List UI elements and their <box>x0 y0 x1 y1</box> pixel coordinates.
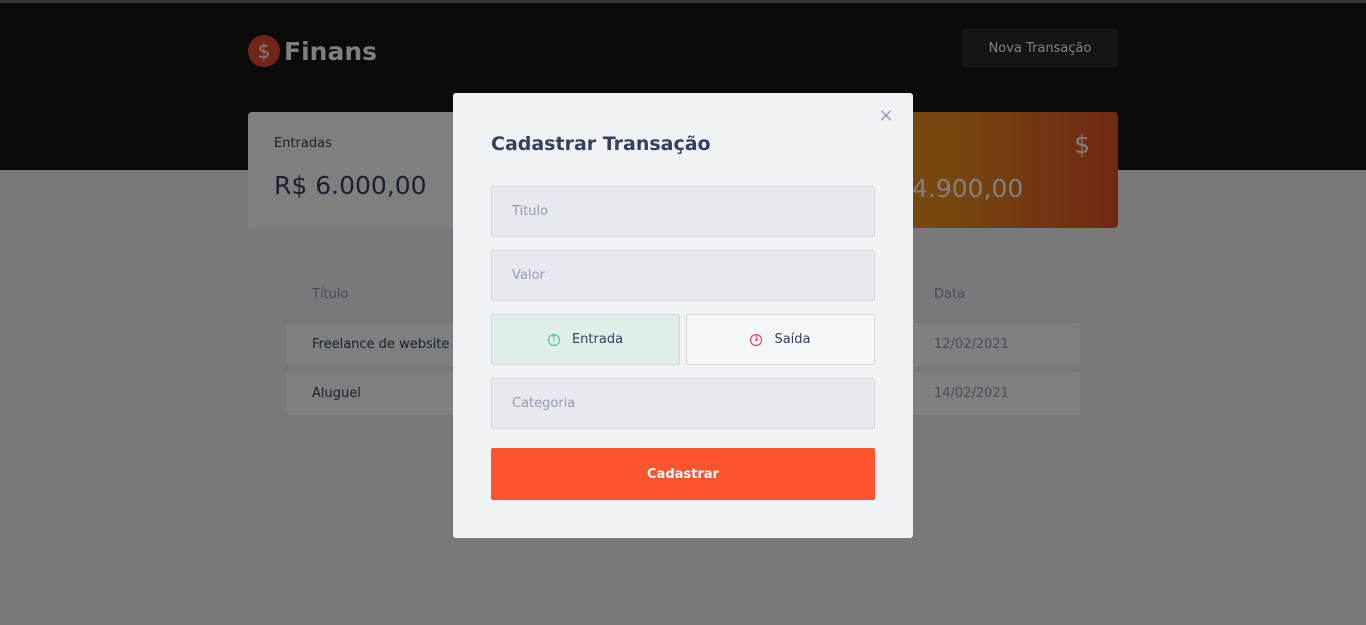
arrow-up-circle-icon: ↑ <box>547 333 560 346</box>
arrow-down-circle-icon: ↓ <box>750 333 763 346</box>
submit-button[interactable]: Cadastrar <box>491 448 875 500</box>
outcome-type-label: Saída <box>774 332 811 347</box>
modal-title: Cadastrar Transação <box>491 133 711 155</box>
value-input[interactable] <box>491 250 875 301</box>
income-type-label: Entrada <box>571 332 624 347</box>
income-type-button[interactable]: ↑ Entrada <box>491 314 680 365</box>
close-icon[interactable]: × <box>877 107 895 125</box>
title-input[interactable] <box>491 186 875 237</box>
category-input[interactable] <box>491 378 875 429</box>
new-transaction-modal: × Cadastrar Transação ↑ Entrada ↓ Saída … <box>453 93 913 538</box>
outcome-type-button[interactable]: ↓ Saída <box>686 314 875 365</box>
